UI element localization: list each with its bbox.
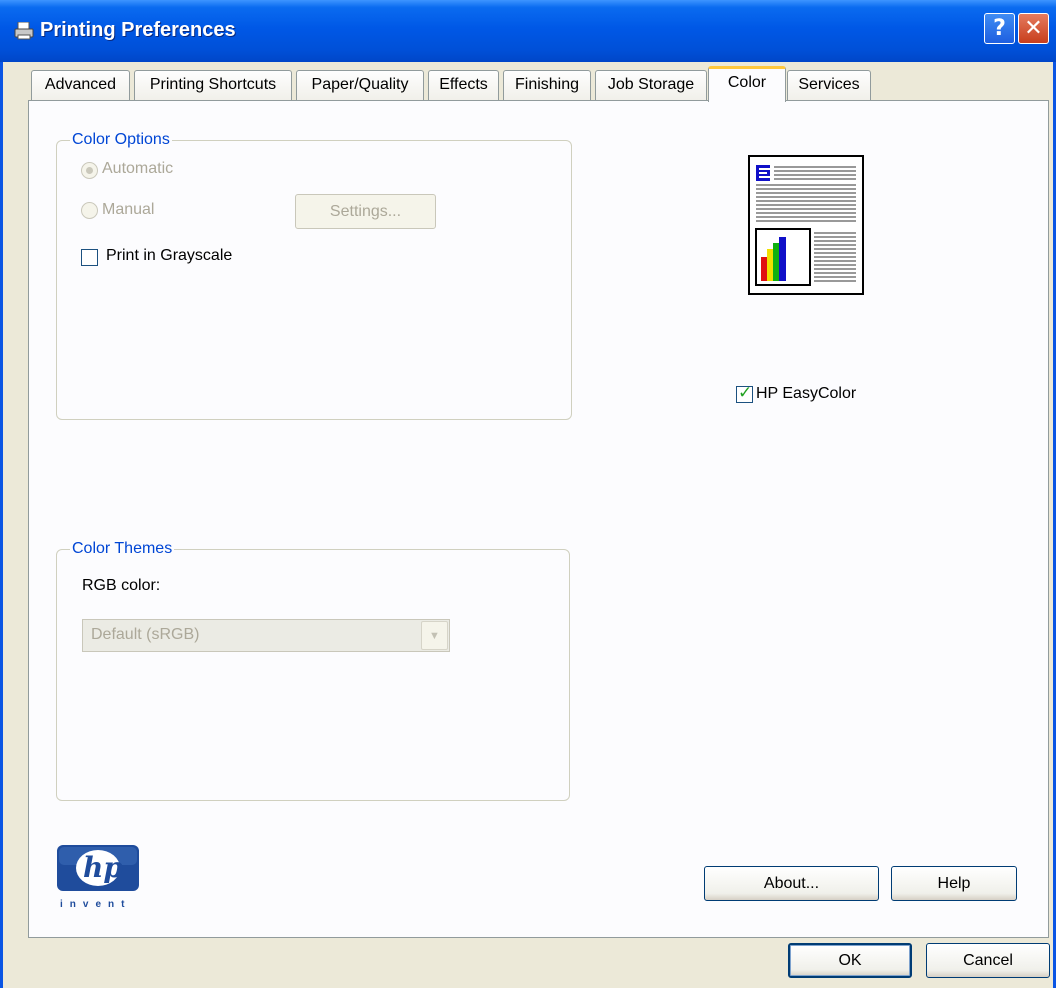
rgb-color-label: RGB color: <box>82 577 161 594</box>
grayscale-label: Print in Grayscale <box>106 247 233 264</box>
tab-advanced[interactable]: Advanced <box>31 70 130 100</box>
color-themes-title: Color Themes <box>70 540 175 558</box>
tab-job-storage[interactable]: Job Storage <box>595 70 707 100</box>
tab-color[interactable]: Color <box>708 66 786 102</box>
hp-tagline: invent <box>60 899 132 910</box>
about-button[interactable]: About... <box>704 866 879 901</box>
tab-paper-quality[interactable]: Paper/Quality <box>296 70 424 100</box>
chevron-down-icon[interactable]: ▼ <box>421 621 448 650</box>
manual-label: Manual <box>102 201 155 218</box>
hp-logo-text: hp <box>83 851 123 884</box>
hp-logo: hp invent <box>56 844 140 916</box>
tab-services[interactable]: Services <box>787 70 871 100</box>
radio-selected-dot <box>86 167 93 174</box>
cancel-button[interactable]: Cancel <box>926 943 1050 978</box>
help-button[interactable]: Help <box>891 866 1017 901</box>
rgb-color-select[interactable]: Default (sRGB) ▼ <box>82 619 450 652</box>
grayscale-checkbox[interactable] <box>81 249 98 266</box>
color-preview-image <box>748 155 864 295</box>
printing-preferences-window: Printing Preferences ? ✕ Advanced Printi… <box>0 0 1056 988</box>
question-icon: ? <box>993 16 1006 41</box>
help-title-button[interactable]: ? <box>984 13 1015 44</box>
color-options-title: Color Options <box>70 131 172 149</box>
close-icon: ✕ <box>1024 16 1043 41</box>
automatic-radio[interactable] <box>81 162 98 179</box>
easycolor-checkbox[interactable]: ✓ <box>736 383 753 403</box>
tab-finishing[interactable]: Finishing <box>503 70 591 100</box>
tab-effects[interactable]: Effects <box>428 70 499 100</box>
easycolor-label: HP EasyColor <box>756 385 857 402</box>
color-options-group <box>56 140 572 420</box>
settings-button[interactable]: Settings... <box>295 194 436 229</box>
rgb-color-value: Default (sRGB) <box>91 626 200 643</box>
printer-icon <box>14 22 34 40</box>
automatic-label: Automatic <box>102 160 174 177</box>
tab-printing-shortcuts[interactable]: Printing Shortcuts <box>134 70 292 100</box>
document-preview-icon <box>755 165 856 286</box>
ok-button[interactable]: OK <box>788 943 912 978</box>
close-button[interactable]: ✕ <box>1018 13 1049 44</box>
checkmark-icon: ✓ <box>738 383 753 403</box>
manual-radio[interactable] <box>81 202 98 219</box>
window-title: Printing Preferences <box>40 19 236 41</box>
title-bar[interactable]: Printing Preferences ? ✕ <box>0 0 1056 62</box>
